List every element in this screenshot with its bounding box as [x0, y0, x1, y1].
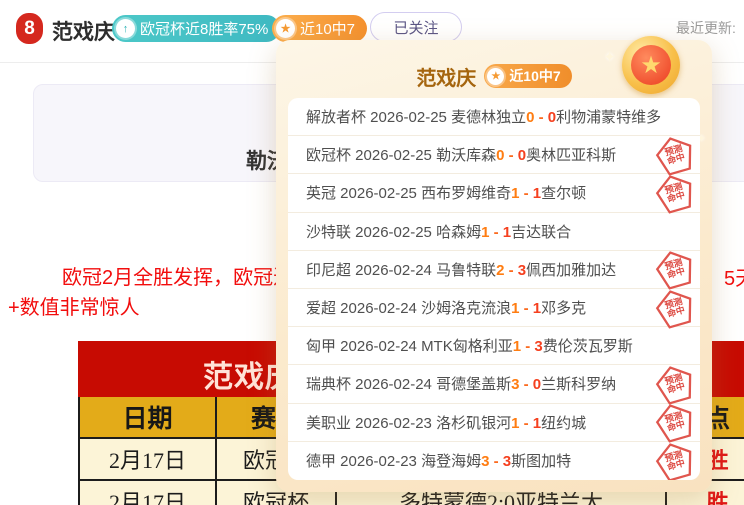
record-row[interactable]: 解放者杯 2026-02-25 麦德林独立0 - 0利物浦蒙特维多: [288, 98, 700, 136]
record-row[interactable]: 印尼超 2026-02-24 马鲁特联2 - 3佩西加雅加达预测命中: [288, 251, 700, 289]
record-row[interactable]: 英冠 2026-02-25 西布罗姆维奇1 - 1查尔顿预测命中: [288, 174, 700, 212]
record-row[interactable]: 瑞典杯 2026-02-24 哥德堡盖斯3 - 0兰斯科罗纳预测命中: [288, 365, 700, 403]
prediction-hit-stamp-icon: 预测命中: [651, 437, 698, 480]
prediction-hit-stamp-icon: 预测命中: [651, 360, 698, 407]
last-update-label: 最近更新:: [676, 18, 736, 38]
table-cell-date: 2月17日: [80, 439, 217, 481]
record-text: 美职业 2026-02-23 洛杉矶银河1 - 1纽约城: [306, 412, 586, 433]
prediction-hit-stamp-icon: 预测命中: [651, 246, 698, 293]
record-row[interactable]: 欧冠杯 2026-02-25 勒沃库森0 - 0奥林匹亚科斯预测命中: [288, 136, 700, 174]
streak-badge-label: 近10中7: [300, 18, 355, 39]
prediction-hit-stamp-icon: 预测命中: [651, 284, 698, 331]
record-row[interactable]: 沙特联 2026-02-25 哈森姆1 - 1吉达联合: [288, 213, 700, 251]
star-icon: ★: [487, 68, 504, 85]
medal-star-icon: ★: [631, 45, 671, 85]
record-text: 欧冠杯 2026-02-25 勒沃库森0 - 0奥林匹亚科斯: [306, 144, 616, 165]
record-row[interactable]: 美职业 2026-02-23 洛杉矶银河1 - 1纽约城预测命中: [288, 404, 700, 442]
record-text: 爱超 2026-02-24 沙姆洛克流浪1 - 1邓多克: [306, 297, 586, 318]
expert-name: 范戏庆: [52, 16, 115, 46]
popup-streak-badge-label: 近10中7: [509, 66, 560, 86]
record-text: 德甲 2026-02-23 海登海姆3 - 3斯图加特: [306, 450, 571, 471]
up-arrow-icon: ↑: [116, 19, 135, 38]
streak-badge: ★ 近10中7: [272, 15, 367, 42]
follow-button[interactable]: 已关注: [370, 12, 462, 42]
site-logo-icon: 8: [16, 13, 43, 44]
record-row[interactable]: 匈甲 2026-02-24 MTK匈格利亚1 - 3费伦茨瓦罗斯: [288, 327, 700, 365]
record-text: 沙特联 2026-02-25 哈森姆1 - 1吉达联合: [306, 221, 571, 242]
record-text: 瑞典杯 2026-02-24 哥德堡盖斯3 - 0兰斯科罗纳: [306, 373, 616, 394]
win-rate-badge-label: 欧冠杯近8胜率75%: [140, 18, 268, 39]
promo-text-line1-right: 5天: [724, 262, 744, 291]
recent-record-popup: 范戏庆 ★ 近10中7 ★ ✦ ✦ 解放者杯 2026-02-25 麦德林独立0…: [276, 40, 712, 492]
win-rate-badge: ↑ 欧冠杯近8胜率75%: [112, 15, 280, 42]
table-cell-date: 2月17日: [80, 481, 217, 505]
record-text: 印尼超 2026-02-24 马鲁特联2 - 3佩西加雅加达: [306, 259, 616, 280]
record-row[interactable]: 爱超 2026-02-24 沙姆洛克流浪1 - 1邓多克预测命中: [288, 289, 700, 327]
record-list: 解放者杯 2026-02-25 麦德林独立0 - 0利物浦蒙特维多欧冠杯 202…: [288, 98, 700, 480]
prediction-hit-stamp-icon: 预测命中: [651, 169, 698, 216]
record-text: 匈甲 2026-02-24 MTK匈格利亚1 - 3费伦茨瓦罗斯: [306, 335, 633, 356]
promo-text-line2: +数值非常惊人: [8, 291, 140, 320]
prediction-hit-stamp-icon: 预测命中: [651, 131, 698, 178]
star-icon: ★: [276, 19, 295, 38]
popup-expert-name: 范戏庆: [416, 62, 476, 91]
sparkle-icon: ✦: [603, 48, 616, 66]
gold-medal-icon: ★: [622, 36, 680, 94]
record-text: 英冠 2026-02-25 西布罗姆维奇1 - 1查尔顿: [306, 182, 586, 203]
page: 勒沃 欧冠2月全胜发挥，欧冠近 5天 +数值非常惊人 范戏庆 日期 赛事 点 2…: [0, 0, 744, 505]
promo-text-line1: 欧冠2月全胜发挥，欧冠近: [62, 261, 293, 290]
record-text: 解放者杯 2026-02-25 麦德林独立0 - 0利物浦蒙特维多: [306, 106, 661, 127]
prediction-hit-stamp-icon: 预测命中: [651, 399, 698, 446]
record-row[interactable]: 德甲 2026-02-23 海登海姆3 - 3斯图加特预测命中: [288, 442, 700, 480]
col-header-date: 日期: [80, 397, 217, 439]
popup-streak-badge: ★ 近10中7: [484, 64, 571, 88]
